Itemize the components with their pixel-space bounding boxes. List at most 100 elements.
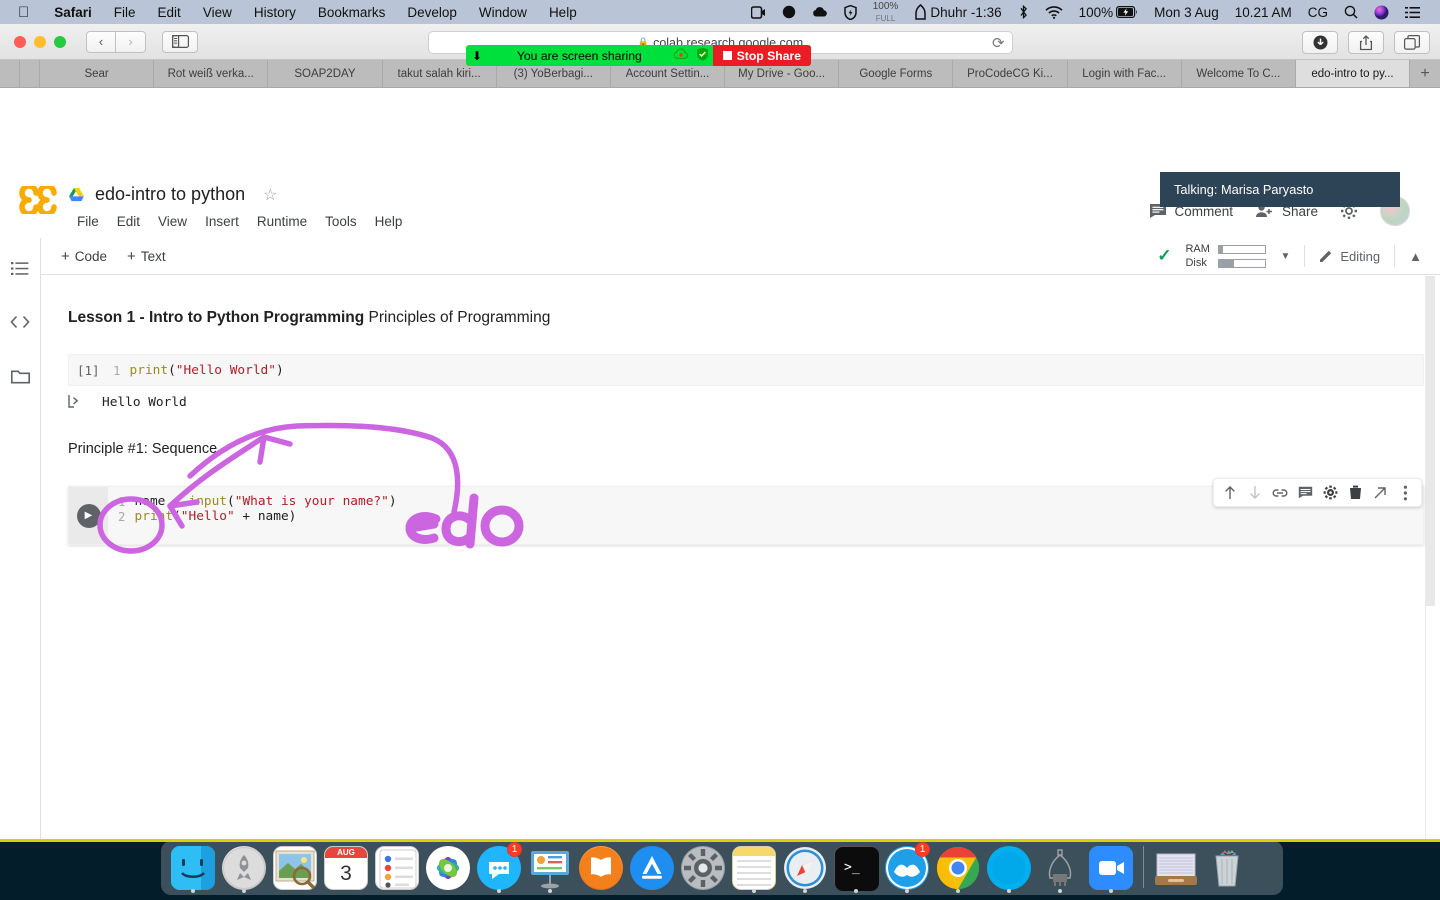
spotlight-search-icon[interactable] [1336, 5, 1366, 19]
menubar-item-history[interactable]: History [243, 5, 307, 20]
add-code-cell-button[interactable]: + Code [61, 248, 107, 265]
dock-item-terminal[interactable]: >_ [832, 843, 880, 893]
dock-item-books[interactable] [577, 843, 625, 893]
sidebar-toggle-icon[interactable] [162, 30, 198, 53]
dock-item-launchpad[interactable] [220, 843, 268, 893]
share-icon[interactable] [1348, 31, 1384, 54]
dock-item-chrome[interactable] [934, 843, 982, 893]
menubar-time[interactable]: 10.21 AM [1227, 5, 1300, 20]
dock-item-cloud-app[interactable]: 1 [883, 842, 931, 893]
stop-share-button[interactable]: Stop Share [712, 45, 811, 66]
add-comment-icon[interactable] [1294, 482, 1316, 504]
editing-mode-button[interactable]: Editing [1319, 249, 1380, 264]
menubar-date[interactable]: Mon 3 Aug [1146, 5, 1227, 20]
dock-item-fritzing[interactable] [1036, 843, 1084, 893]
moon-icon[interactable] [774, 5, 804, 19]
dock-item-documents-stack[interactable] [1152, 843, 1200, 893]
ram-disk-indicator[interactable]: RAM Disk [1185, 243, 1267, 269]
minimize-window-button[interactable] [34, 35, 46, 48]
dock-item-system-preferences[interactable] [679, 843, 727, 893]
dock-item-calendar[interactable]: AUG 3 [322, 843, 370, 893]
dock-item-finder[interactable] [169, 843, 217, 893]
notebook-scrollbar[interactable] [1425, 276, 1435, 839]
dock-item-preview[interactable] [271, 843, 319, 893]
files-folder-icon[interactable] [8, 364, 32, 388]
reload-icon[interactable]: ⟳ [992, 34, 1005, 52]
menu-edit[interactable]: Edit [110, 212, 147, 231]
shield-icon[interactable] [692, 47, 713, 64]
open-in-new-tab-icon[interactable] [1369, 482, 1391, 504]
cell-settings-gear-icon[interactable] [1319, 482, 1341, 504]
dock-item-app-store[interactable] [628, 843, 676, 893]
tab[interactable]: Google Forms [839, 60, 954, 87]
tab[interactable]: Login with Fac... [1068, 60, 1182, 87]
close-window-button[interactable] [14, 35, 26, 48]
code-snippets-icon[interactable] [8, 310, 32, 334]
menu-help[interactable]: Help [368, 212, 410, 231]
code-text[interactable]: print("Hello World") [130, 363, 284, 378]
more-vertical-icon[interactable] [1394, 482, 1416, 504]
code-cell-1[interactable]: [1] 1 print("Hello World") [68, 354, 1424, 386]
menu-file[interactable]: File [70, 212, 106, 231]
menu-view[interactable]: View [151, 212, 194, 231]
battery-status[interactable]: 100% [1071, 5, 1147, 20]
move-cell-up-icon[interactable] [1219, 482, 1241, 504]
cloud-icon[interactable] [804, 6, 836, 18]
menubar-item-safari[interactable]: Safari [43, 5, 103, 20]
table-of-contents-icon[interactable] [8, 256, 32, 280]
menubar-item-view[interactable]: View [192, 5, 243, 20]
colab-logo-icon[interactable] [16, 183, 60, 217]
add-text-cell-button[interactable]: + Text [127, 248, 166, 265]
dock-item-photos[interactable] [424, 843, 472, 893]
dock-item-notes[interactable] [730, 843, 778, 893]
tab[interactable]: Welcome To C... [1182, 60, 1296, 87]
tab[interactable]: ProCodeCG Ki... [953, 60, 1068, 87]
dock-item-zoom[interactable] [1087, 843, 1135, 893]
menubar-item-help[interactable]: Help [538, 5, 588, 20]
dock-item-safari[interactable] [781, 843, 829, 893]
menubar-user[interactable]: CG [1300, 5, 1336, 20]
menubar-item-bookmarks[interactable]: Bookmarks [307, 5, 397, 20]
run-play-icon[interactable]: ▶ [76, 503, 101, 528]
wifi-icon[interactable] [1037, 5, 1071, 19]
chevron-down-icon[interactable]: ▼ [1280, 251, 1290, 262]
tab[interactable] [20, 60, 40, 87]
delete-cell-trash-icon[interactable] [1344, 482, 1366, 504]
dock-item-trash[interactable] [1203, 843, 1251, 893]
dock-item-skype[interactable] [985, 843, 1033, 893]
move-cell-down-icon[interactable] [1244, 482, 1266, 504]
shield-lock-icon[interactable] [836, 4, 865, 20]
control-center-icon[interactable] [1397, 6, 1428, 19]
code-text[interactable]: 1 name = input("What is your name?") 2 p… [108, 487, 397, 544]
notebook-title[interactable]: edo-intro to python [95, 184, 245, 205]
bluetooth-icon[interactable] [1010, 4, 1037, 20]
dock-item-reminders[interactable] [373, 843, 421, 893]
tab-active[interactable]: edo-intro to py... [1295, 60, 1411, 87]
menu-tools[interactable]: Tools [318, 212, 364, 231]
screen-record-icon[interactable] [743, 5, 774, 19]
tab[interactable]: Sear [40, 60, 155, 87]
prayer-times-item[interactable]: Dhuhr -1:36 [906, 4, 1009, 20]
new-tab-button[interactable]: + [1410, 60, 1440, 87]
star-outline-icon[interactable]: ☆ [263, 185, 277, 205]
maximize-window-button[interactable] [54, 35, 66, 48]
chevron-up-icon[interactable]: ▲ [1409, 249, 1422, 264]
dock-item-messages[interactable]: 1 [475, 842, 523, 893]
tab[interactable]: Rot weiß verka... [154, 60, 269, 87]
menubar-item-edit[interactable]: Edit [147, 5, 192, 20]
menu-runtime[interactable]: Runtime [250, 212, 314, 231]
siri-icon[interactable] [1366, 5, 1397, 20]
menu-insert[interactable]: Insert [198, 212, 246, 231]
apple-menu-icon[interactable]:  [18, 5, 29, 20]
menubar-item-develop[interactable]: Develop [396, 5, 468, 20]
cloud-record-icon[interactable] [671, 48, 692, 63]
forward-chevron-icon[interactable]: › [116, 30, 146, 53]
link-icon[interactable] [1269, 482, 1291, 504]
tab[interactable] [0, 60, 20, 87]
back-chevron-icon[interactable]: ‹ [86, 30, 116, 53]
downloads-icon[interactable] [1302, 31, 1338, 54]
menubar-item-file[interactable]: File [103, 5, 147, 20]
dock-item-keynote[interactable] [526, 843, 574, 893]
tab-overview-icon[interactable] [1394, 31, 1430, 54]
tab[interactable]: SOAP2DAY [268, 60, 383, 87]
